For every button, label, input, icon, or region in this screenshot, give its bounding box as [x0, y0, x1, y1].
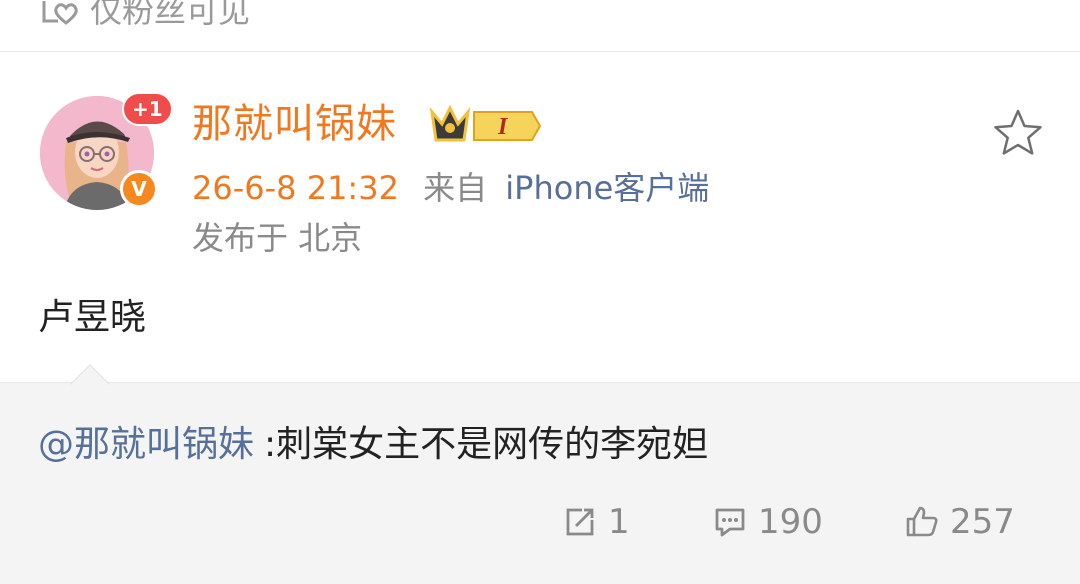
- post-time: 26-6-8 21:32: [192, 169, 399, 207]
- weibo-post-screen: 仅粉丝可见 +1 V 那就叫锅妹 I 26-6-8 21:32 来自 iPhon…: [0, 0, 1080, 584]
- verified-badge: V: [120, 170, 158, 208]
- repost-icon: [566, 508, 594, 536]
- fans-only-visibility: 仅粉丝可见: [40, 0, 250, 32]
- comment-count: 190: [758, 502, 823, 542]
- like-button[interactable]: 257: [904, 498, 1015, 546]
- like-count: 257: [950, 502, 1015, 542]
- repost-count: 1: [608, 502, 630, 542]
- quoted-post[interactable]: [0, 382, 1080, 584]
- quoted-post-text: @那就叫锅妹:刺棠女主不是网传的李宛妲: [38, 420, 708, 470]
- star-icon[interactable]: [992, 108, 1044, 158]
- quoted-author-mention[interactable]: @那就叫锅妹: [38, 424, 254, 465]
- post-meta: 26-6-8 21:32 来自 iPhone客户端: [192, 166, 709, 210]
- visibility-label: 仅粉丝可见: [90, 0, 251, 30]
- source-label: 来自: [423, 169, 488, 207]
- quoted-body: :刺棠女主不是网传的李宛妲: [264, 424, 709, 465]
- new-badge: +1: [122, 92, 173, 126]
- post-location: 发布于 北京: [192, 219, 363, 257]
- fans-only-icon: [42, 1, 78, 25]
- comment-icon: [715, 508, 745, 537]
- comment-button[interactable]: 190: [712, 498, 823, 546]
- source-client-link[interactable]: iPhone客户端: [505, 169, 709, 207]
- author-avatar[interactable]: +1 V: [40, 92, 173, 210]
- vip-crown-icon: I: [429, 104, 542, 142]
- post-text: 卢昱晓: [38, 297, 147, 338]
- previous-post-footer: 仅粉丝可见: [0, 0, 1080, 52]
- vip-level: I: [497, 114, 509, 140]
- repost-button[interactable]: 1: [562, 498, 630, 546]
- thumbs-up-icon: [906, 506, 938, 537]
- author-name[interactable]: 那就叫锅妹: [192, 100, 397, 148]
